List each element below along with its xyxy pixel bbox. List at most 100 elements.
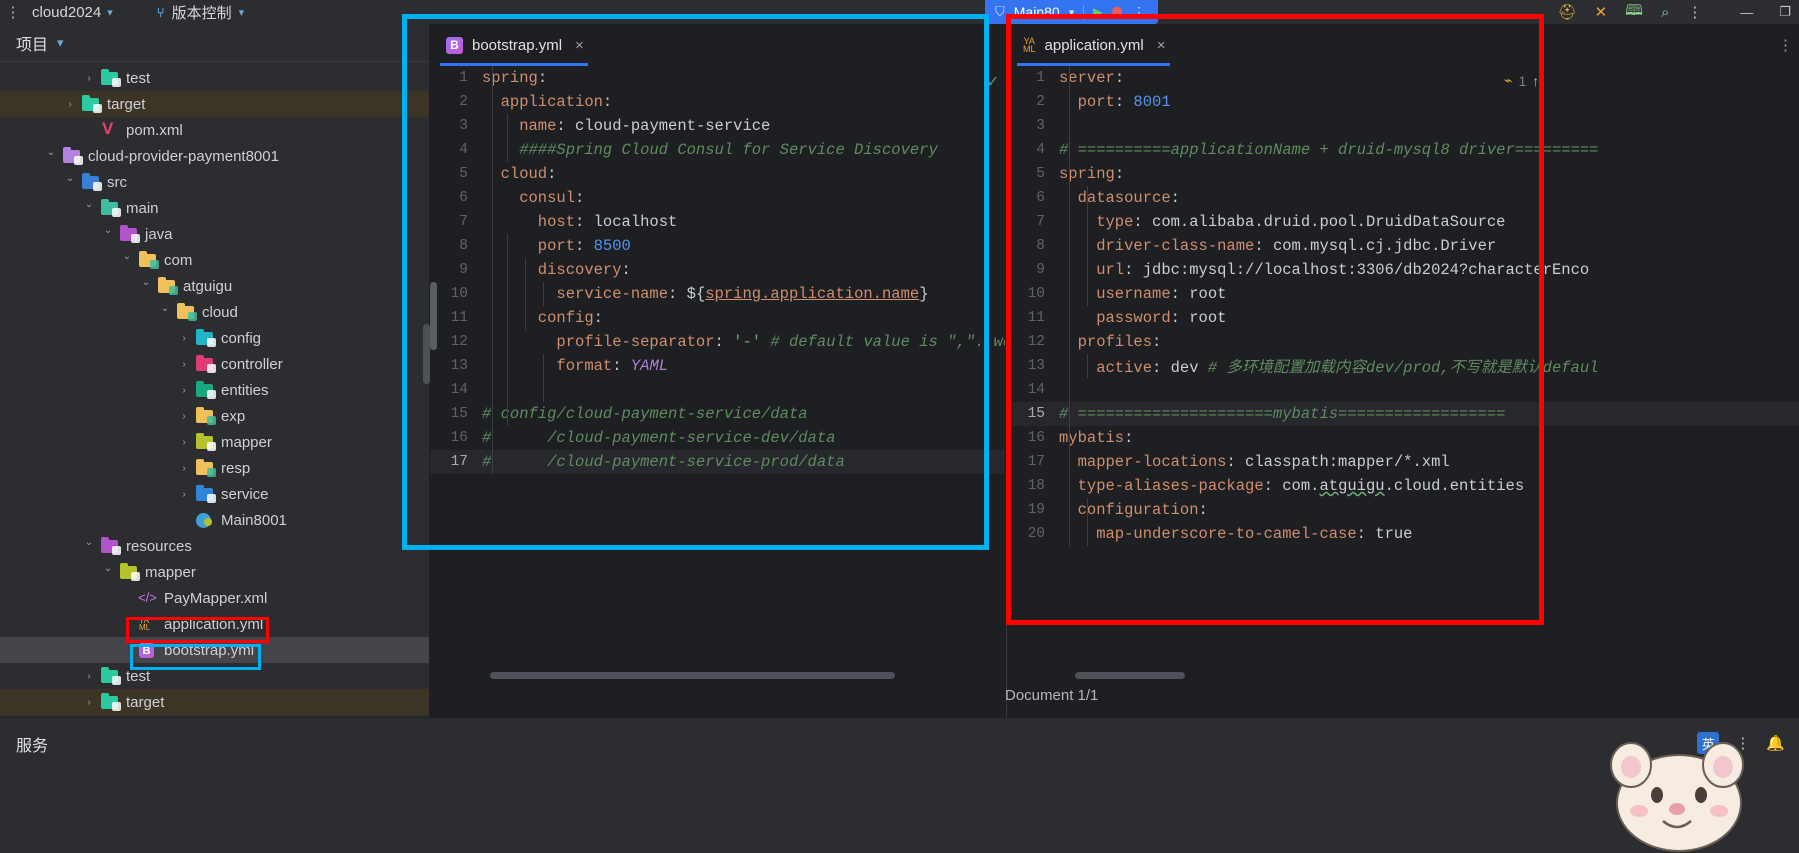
tree-item-src[interactable]: src	[0, 169, 429, 195]
code-line[interactable]: 1 server:	[1007, 66, 1799, 90]
tree-item-bootstrap-yml[interactable]: Bbootstrap.yml	[0, 637, 429, 663]
code-line[interactable]: 3 name: cloud-payment-service	[430, 114, 1005, 138]
project-tree[interactable]: test target Vpom.xml cloud-provider-payment…	[0, 61, 429, 717]
chevron-right-icon[interactable]	[177, 489, 191, 500]
chevron-down-icon[interactable]	[82, 541, 96, 552]
chevron-right-icon[interactable]	[177, 385, 191, 396]
tree-item-com[interactable]: com	[0, 247, 429, 273]
run-icon[interactable]: ▶	[1093, 5, 1102, 19]
tab-application-yml[interactable]: YA ML application.yml ×	[1007, 24, 1180, 66]
code-line[interactable]: 11 password: root	[1007, 306, 1799, 330]
project-scrollbar[interactable]	[423, 324, 430, 384]
code-line[interactable]: 12 profile-separator: '-' # default valu…	[430, 330, 1005, 354]
code-line[interactable]: 19 configuration:	[1007, 498, 1799, 522]
tree-item-cloud-provider-payment8001[interactable]: cloud-provider-payment8001	[0, 143, 429, 169]
tree-item-target[interactable]: target	[0, 689, 429, 715]
code-line[interactable]: 5 spring:	[1007, 162, 1799, 186]
code-line[interactable]: 9 url: jdbc:mysql://localhost:3306/db202…	[1007, 258, 1799, 282]
more-vertical-icon[interactable]: ⋮	[1687, 3, 1702, 21]
search-icon[interactable]: ⌕	[1661, 4, 1669, 21]
left-editor-options-kebab-icon[interactable]: ⋮	[980, 36, 995, 54]
tree-item-test[interactable]: test	[0, 663, 429, 689]
more-vertical-icon[interactable]: ⋮	[1132, 4, 1146, 21]
code-line[interactable]: 8 port: 8500	[430, 234, 1005, 258]
minimize-button[interactable]: —	[1740, 5, 1753, 20]
tree-item-mapper[interactable]: mapper	[0, 559, 429, 585]
code-line[interactable]: 13 format: YAML	[430, 354, 1005, 378]
code-line[interactable]: 4 ####Spring Cloud Consul for Service Di…	[430, 138, 1005, 162]
tree-item-controller[interactable]: controller	[0, 351, 429, 377]
tree-item-entities[interactable]: entities	[0, 377, 429, 403]
code-line[interactable]: 13 active: dev # 多环境配置加载内容dev/prod,不写就是默…	[1007, 354, 1799, 378]
code-line[interactable]: 10 username: root	[1007, 282, 1799, 306]
code-line[interactable]: 16 # /cloud-payment-service-dev/data	[430, 426, 1005, 450]
tree-item-test[interactable]: test	[0, 65, 429, 91]
left-editor-scrollbar-vertical[interactable]	[430, 282, 437, 350]
code-line[interactable]: 16 mybatis:	[1007, 426, 1799, 450]
helmet-icon[interactable]: ⛑	[1558, 3, 1577, 21]
inspection-widget[interactable]: ⌁ 1 ↑	[1504, 72, 1539, 89]
close-icon[interactable]: ×	[1157, 37, 1166, 54]
code-line[interactable]: 18 type-aliases-package: com.atguigu.clo…	[1007, 474, 1799, 498]
code-line[interactable]: 9 discovery:	[430, 258, 1005, 282]
code-line[interactable]: 4 # ==========applicationName + druid-mys…	[1007, 138, 1799, 162]
chevron-down-icon[interactable]	[101, 229, 115, 240]
tab-bootstrap-yml[interactable]: B bootstrap.yml ×	[430, 24, 598, 66]
tools-icon[interactable]: ✕	[1595, 3, 1608, 21]
tree-item-pom-xml[interactable]: Vpom.xml	[0, 117, 429, 143]
code-line[interactable]: 17 # /cloud-payment-service-prod/data	[430, 450, 1005, 474]
right-editor-scrollbar-horizontal[interactable]	[1075, 672, 1185, 679]
project-panel-header[interactable]: 项目 ▾	[0, 24, 429, 62]
tree-item-main[interactable]: main	[0, 195, 429, 221]
chevron-down-icon[interactable]	[101, 567, 115, 578]
chevron-right-icon[interactable]	[177, 333, 191, 344]
code-line[interactable]: 5 cloud:	[430, 162, 1005, 186]
code-line[interactable]: 2 application:	[430, 90, 1005, 114]
code-line[interactable]: 14	[1007, 378, 1799, 402]
code-line[interactable]: 12 profiles:	[1007, 330, 1799, 354]
code-line[interactable]: 15 # =====================mybatis========…	[1007, 402, 1799, 426]
chevron-down-icon[interactable]	[158, 307, 172, 318]
inspection-up-arrow-icon[interactable]: ↑	[1532, 73, 1539, 89]
left-editor-scrollbar-horizontal[interactable]	[490, 672, 895, 679]
code-line[interactable]: 6 consul:	[430, 186, 1005, 210]
tree-item-mapper[interactable]: mapper	[0, 429, 429, 455]
tree-item-cloud[interactable]: cloud	[0, 299, 429, 325]
restore-button[interactable]: ❐	[1779, 4, 1791, 20]
tree-item-exp[interactable]: exp	[0, 403, 429, 429]
tree-item-java[interactable]: java	[0, 221, 429, 247]
tree-item-service[interactable]: service	[0, 481, 429, 507]
chevron-right-icon[interactable]	[177, 359, 191, 370]
code-line[interactable]: 6 datasource:	[1007, 186, 1799, 210]
code-line[interactable]: 3	[1007, 114, 1799, 138]
tree-item-target[interactable]: target	[0, 91, 429, 117]
run-configuration-widget[interactable]: ⛉ Main80 ▾ ▶ ⬢ ⋮	[985, 0, 1158, 24]
code-line[interactable]: 7 type: com.alibaba.druid.pool.DruidData…	[1007, 210, 1799, 234]
chevron-right-icon[interactable]	[177, 463, 191, 474]
chevron-down-icon[interactable]	[120, 255, 134, 266]
left-code-content[interactable]: 1 spring: 2 application: 3 name: cloud-paym…	[430, 66, 1005, 717]
chevron-down-icon[interactable]: ▾	[57, 35, 64, 51]
tree-item-config[interactable]: config	[0, 325, 429, 351]
chevron-right-icon[interactable]	[82, 671, 96, 682]
right-editor-options-kebab-icon[interactable]: ⋮	[1778, 36, 1793, 54]
code-line[interactable]: 14	[430, 378, 1005, 402]
code-line[interactable]: 10 service-name: ${spring.application.na…	[430, 282, 1005, 306]
tree-item-paymapper-xml[interactable]: </> PayMapper.xml	[0, 585, 429, 611]
chevron-right-icon[interactable]	[82, 697, 96, 708]
tree-item-resources[interactable]: resources	[0, 533, 429, 559]
vcs-widget[interactable]: ⑂ 版本控制 ▾	[157, 2, 244, 23]
close-icon[interactable]: ×	[575, 37, 584, 54]
chevron-right-icon[interactable]	[177, 437, 191, 448]
chevron-down-icon[interactable]	[82, 203, 96, 214]
chevron-right-icon[interactable]	[82, 73, 96, 84]
tree-item-resp[interactable]: resp	[0, 455, 429, 481]
code-line[interactable]: 1 spring:	[430, 66, 1005, 90]
code-line[interactable]: 2 port: 8001	[1007, 90, 1799, 114]
code-line[interactable]: 20 map-underscore-to-camel-case: true	[1007, 522, 1799, 546]
chevron-down-icon[interactable]	[63, 177, 77, 188]
chevron-right-icon[interactable]	[177, 411, 191, 422]
code-line[interactable]: 7 host: localhost	[430, 210, 1005, 234]
right-code-content[interactable]: 1 server: 2 port: 8001 3 4 # ==========applic…	[1007, 66, 1799, 717]
main-menu-kebab-icon[interactable]: ⋮	[0, 5, 26, 20]
